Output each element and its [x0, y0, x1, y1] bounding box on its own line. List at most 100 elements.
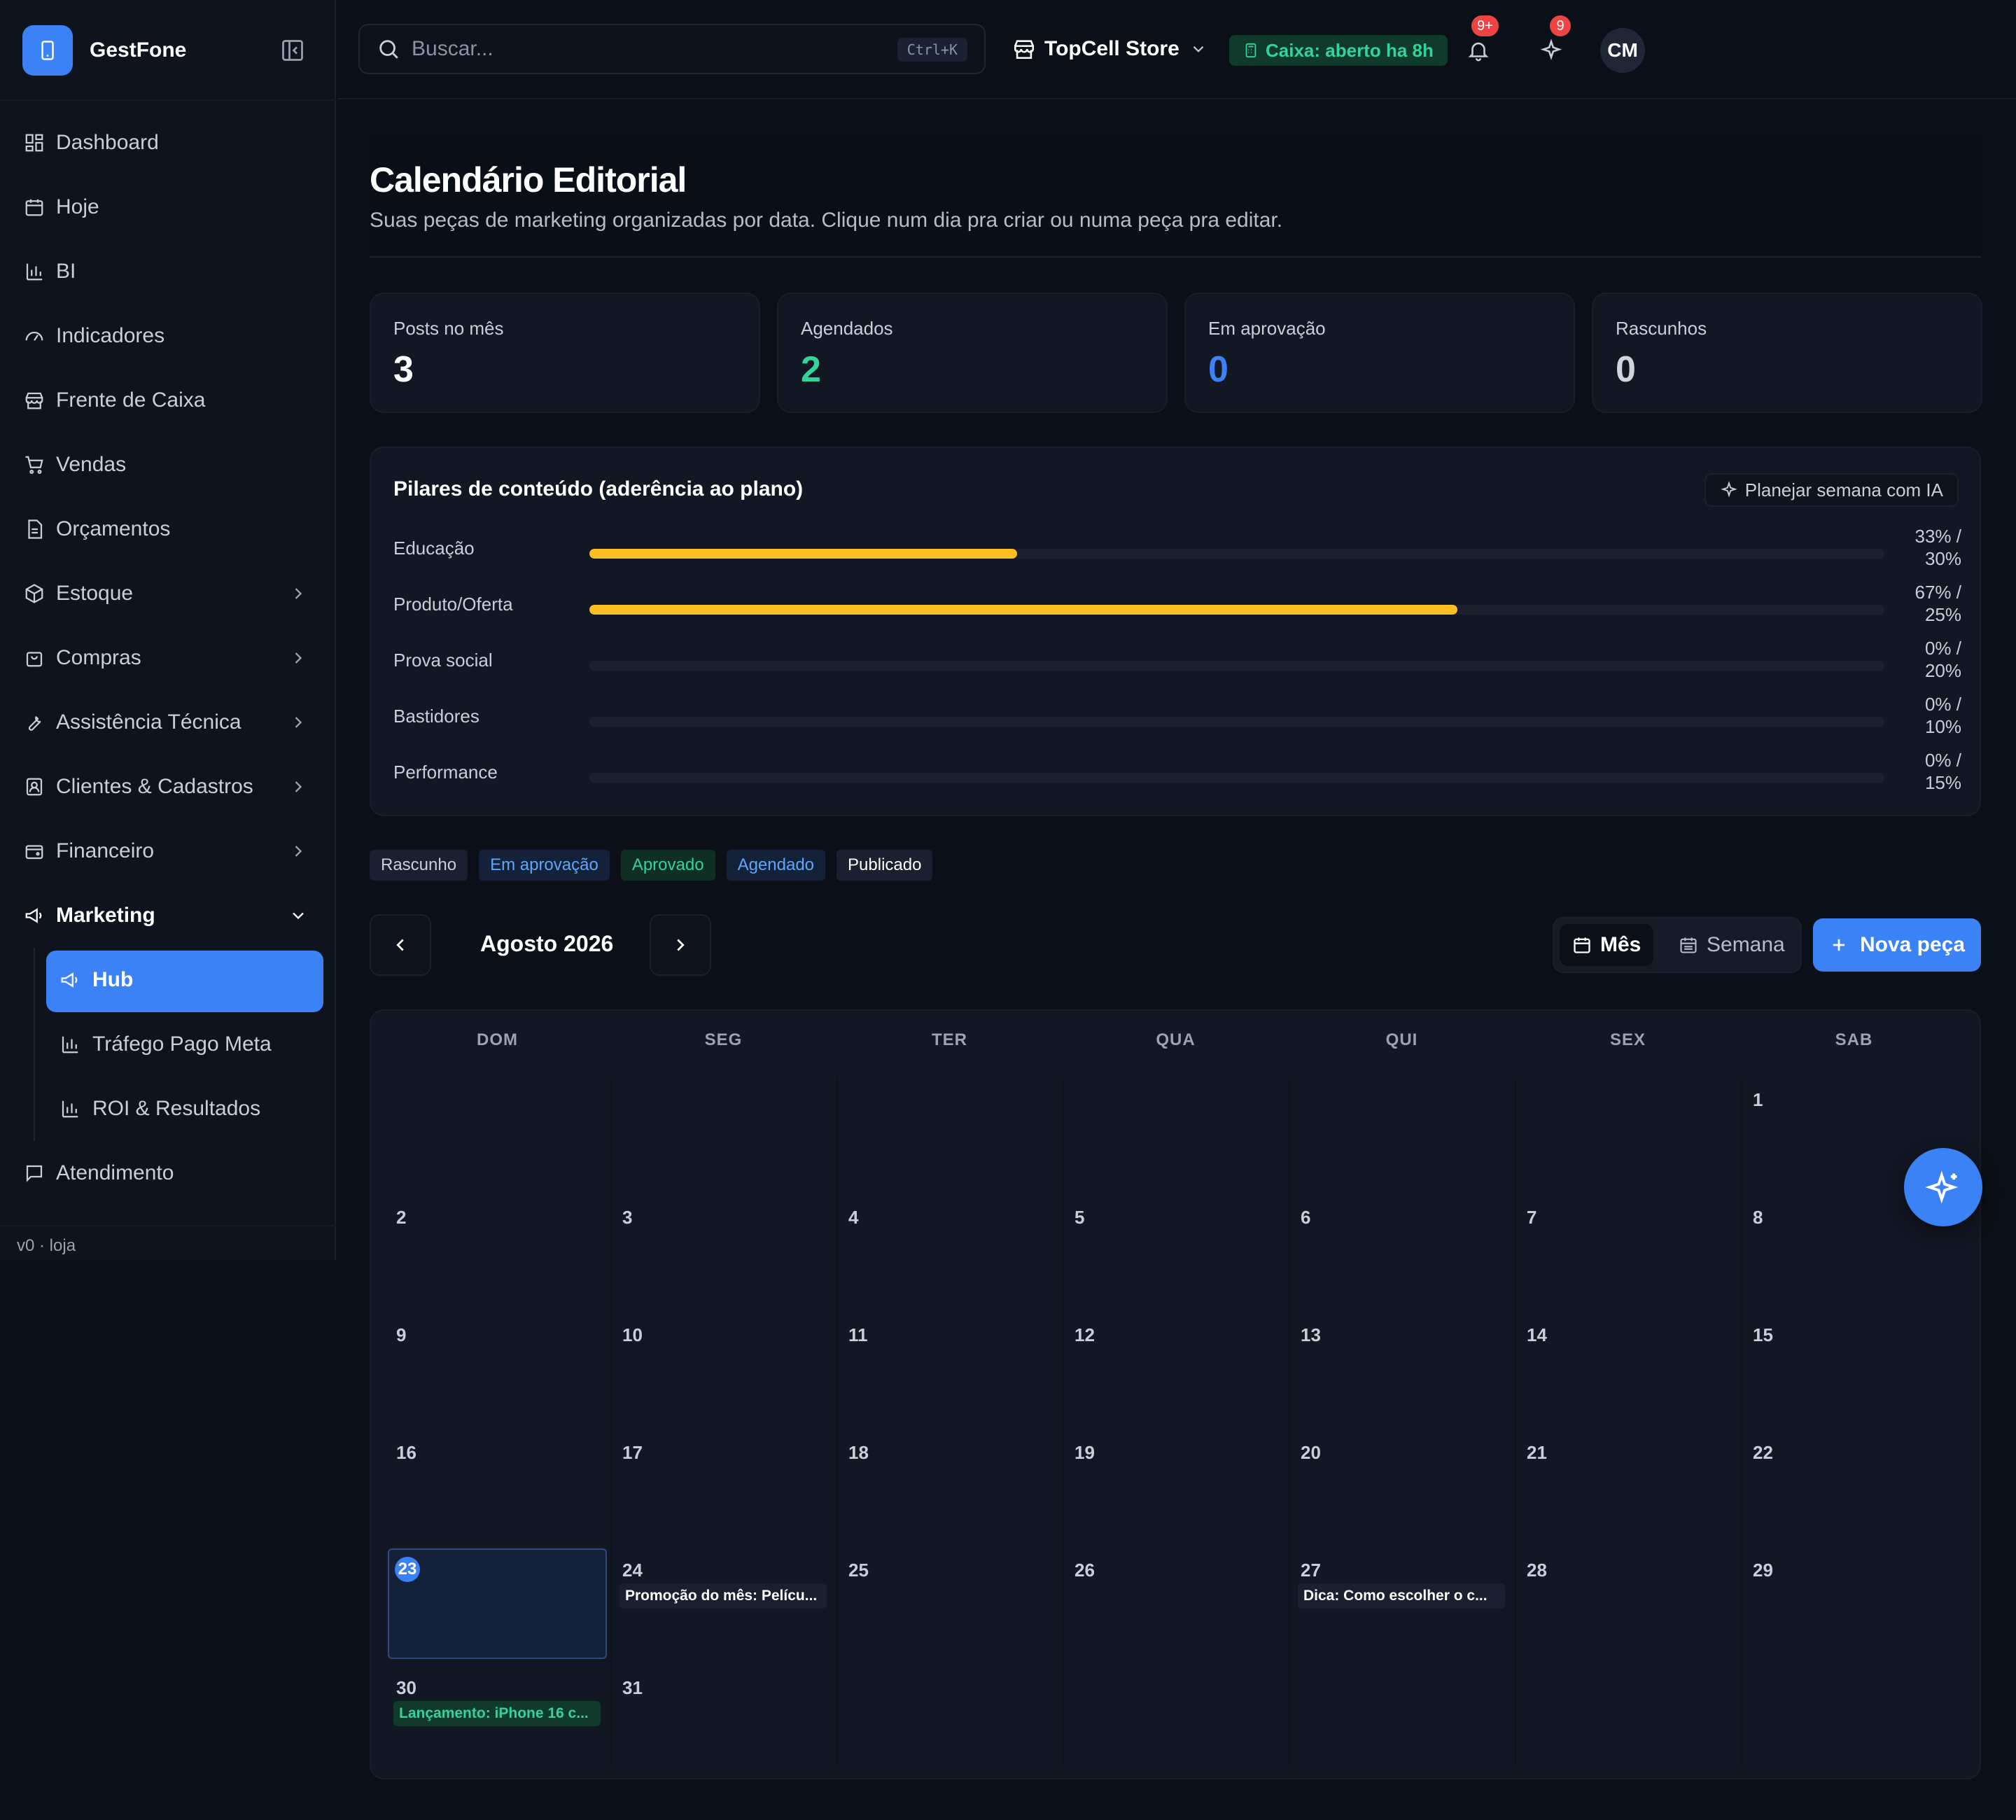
pillar-actual-pct: 0% /	[1924, 750, 1961, 771]
sidebar-item-label: BI	[56, 260, 76, 283]
calendar-icon	[1574, 937, 1590, 953]
view-month-label: Mês	[1600, 933, 1642, 956]
view-week-button[interactable]: Semana	[1666, 924, 1798, 966]
calendar-day-cell[interactable]: 27 Dica: Como escolher o c...	[1292, 1548, 1511, 1659]
chevron-right-icon	[295, 846, 302, 857]
cash-register-status[interactable]: Caixa: aberto ha 8h	[1229, 35, 1448, 66]
calendar-day-cell[interactable]: 7	[1518, 1196, 1737, 1306]
legend-chip: Rascunho	[370, 850, 468, 881]
current-month: Agosto 2026	[480, 931, 614, 956]
sidebar-item-indicadores[interactable]: Indicadores	[0, 304, 336, 368]
pillar-progress-fill	[589, 549, 1017, 559]
day-number: 17	[622, 1442, 643, 1463]
pillar-name: Prova social	[393, 650, 493, 671]
notifications-button[interactable]: 9+	[1459, 15, 1499, 70]
sidebar-item-frente-de-caixa[interactable]: Frente de Caixa	[0, 368, 336, 433]
calendar-day-cell[interactable]: 17	[614, 1431, 833, 1541]
ai-assistant-button[interactable]: 9	[1532, 15, 1571, 70]
calendar-day-cell[interactable]: 15	[1744, 1313, 1963, 1424]
calendar-day-cell[interactable]: 23	[388, 1548, 607, 1659]
new-piece-button[interactable]: Nova peça	[1813, 918, 1981, 972]
calendar-day-cell[interactable]: 12	[1066, 1313, 1285, 1424]
sidebar-item-clientes-cadastros[interactable]: Clientes & Cadastros	[0, 755, 336, 819]
store-selector[interactable]: TopCell Store	[1012, 24, 1208, 74]
bar-chart-icon	[22, 260, 46, 284]
weekday-header: SAB	[1835, 1030, 1873, 1049]
pillar-actual-pct: 33% /	[1914, 526, 1962, 547]
brand[interactable]: GestFone	[22, 25, 314, 76]
day-number: 20	[1301, 1442, 1321, 1463]
sidebar-item-marketing[interactable]: Marketing	[0, 883, 336, 948]
calendar-day-cell[interactable]: 13	[1292, 1313, 1511, 1424]
prev-month-button[interactable]	[370, 914, 431, 976]
avatar[interactable]: CM	[1600, 28, 1645, 73]
app-version: v0 · loja	[17, 1236, 76, 1255]
view-toggle: Mês Semana	[1553, 917, 1802, 973]
sidebar-item-roi-resultados[interactable]: ROI & Resultados	[0, 1077, 336, 1141]
calendar-day-cell[interactable]: 5	[1066, 1196, 1285, 1306]
marketing-submenu: Hub Tráfego Pago Meta ROI & Resultados	[0, 948, 336, 1141]
search-input[interactable]: Buscar... Ctrl+K	[358, 24, 986, 74]
sidebar-item-label: Hoje	[56, 195, 99, 218]
sidebar-item-atendimento[interactable]: Atendimento	[0, 1141, 336, 1205]
calendar-day-cell[interactable]: 21	[1518, 1431, 1737, 1541]
divider	[0, 1225, 336, 1226]
topbar: Buscar... Ctrl+K TopCell Store Caixa: ab…	[337, 0, 2016, 99]
calendar-day-cell[interactable]: 10	[614, 1313, 833, 1424]
pillar-progress-track	[589, 773, 1884, 783]
calendar-day-cell[interactable]: 6	[1292, 1196, 1511, 1306]
calendar-day-cell[interactable]: 24 Promoção do mês: Pelícu...	[614, 1548, 833, 1659]
calendar-day-cell[interactable]: 18	[840, 1431, 1059, 1541]
calendar-day-cell[interactable]: 9	[388, 1313, 607, 1424]
calendar-day-cell[interactable]: 16	[388, 1431, 607, 1541]
calendar-day-cell[interactable]: 26	[1066, 1548, 1285, 1659]
calendar-day-cell[interactable]: 29	[1744, 1548, 1963, 1659]
calendar-day-cell[interactable]: 28	[1518, 1548, 1737, 1659]
calendar-day-cell[interactable]: 25	[840, 1548, 1059, 1659]
day-number: 15	[1753, 1324, 1773, 1345]
status-legend: Rascunho Em aprovação Aprovado Agendado Publ…	[370, 850, 944, 881]
calendar-day-cell[interactable]: 14	[1518, 1313, 1737, 1424]
calendar-day-cell[interactable]: 11	[840, 1313, 1059, 1424]
calendar-day-cell[interactable]: 2	[388, 1196, 607, 1306]
day-number: 6	[1301, 1207, 1311, 1228]
sidebar-item-assistencia-tecnica[interactable]: Assistência Técnica	[0, 690, 336, 755]
sidebar-item-estoque[interactable]: Estoque	[0, 561, 336, 626]
new-piece-label: Nova peça	[1859, 933, 1966, 956]
sidebar-item-dashboard[interactable]: Dashboard	[0, 111, 336, 175]
calendar-day-cell[interactable]: 3	[614, 1196, 833, 1306]
calendar-day-cell[interactable]: 30 Lançamento: iPhone 16 c...	[388, 1666, 607, 1777]
sidebar-item-hub[interactable]: Hub	[0, 948, 336, 1012]
chevron-right-icon	[295, 717, 302, 728]
store-name: TopCell Store	[1044, 37, 1180, 60]
sidebar-item-compras[interactable]: Compras	[0, 626, 336, 690]
pillar-row: Educação 33% /30%	[393, 522, 1961, 578]
shopping-bag-icon	[22, 646, 46, 670]
calendar-event[interactable]: Dica: Como escolher o c...	[1298, 1583, 1505, 1609]
calendar-day-cell[interactable]: 31	[614, 1666, 833, 1777]
calendar-event[interactable]: Lançamento: iPhone 16 c...	[393, 1701, 601, 1726]
sidebar-item-vendas[interactable]: Vendas	[0, 433, 336, 497]
next-month-button[interactable]	[650, 914, 711, 976]
weekday-header: QUI	[1385, 1030, 1418, 1049]
pillar-name: Produto/Oferta	[393, 594, 513, 615]
calendar-day-cell[interactable]: 4	[840, 1196, 1059, 1306]
ai-badge: 9	[1550, 15, 1571, 36]
document-icon	[22, 517, 46, 541]
calendar-day-cell[interactable]: 19	[1066, 1431, 1285, 1541]
sidebar-item-orcamentos[interactable]: Orçamentos	[0, 497, 336, 561]
sidebar-collapse-icon[interactable]	[277, 35, 308, 66]
ai-fab-button[interactable]	[1904, 1148, 1982, 1226]
day-number: 14	[1527, 1324, 1547, 1345]
sidebar-item-hoje[interactable]: Hoje	[0, 175, 336, 239]
calendar-day-cell[interactable]: 22	[1744, 1431, 1963, 1541]
sidebar-item-label: Assistência Técnica	[56, 710, 241, 734]
calendar-day-cell[interactable]: 20	[1292, 1431, 1511, 1541]
calendar-event[interactable]: Promoção do mês: Pelícu...	[620, 1583, 827, 1609]
plan-week-ai-button[interactable]: Planejar semana com IA	[1704, 473, 1959, 507]
sidebar-item-trafego-pago-meta[interactable]: Tráfego Pago Meta	[0, 1012, 336, 1077]
sidebar-item-bi[interactable]: BI	[0, 239, 336, 304]
day-number: 12	[1074, 1324, 1095, 1345]
view-month-button[interactable]: Mês	[1560, 924, 1654, 966]
sidebar-item-financeiro[interactable]: Financeiro	[0, 819, 336, 883]
